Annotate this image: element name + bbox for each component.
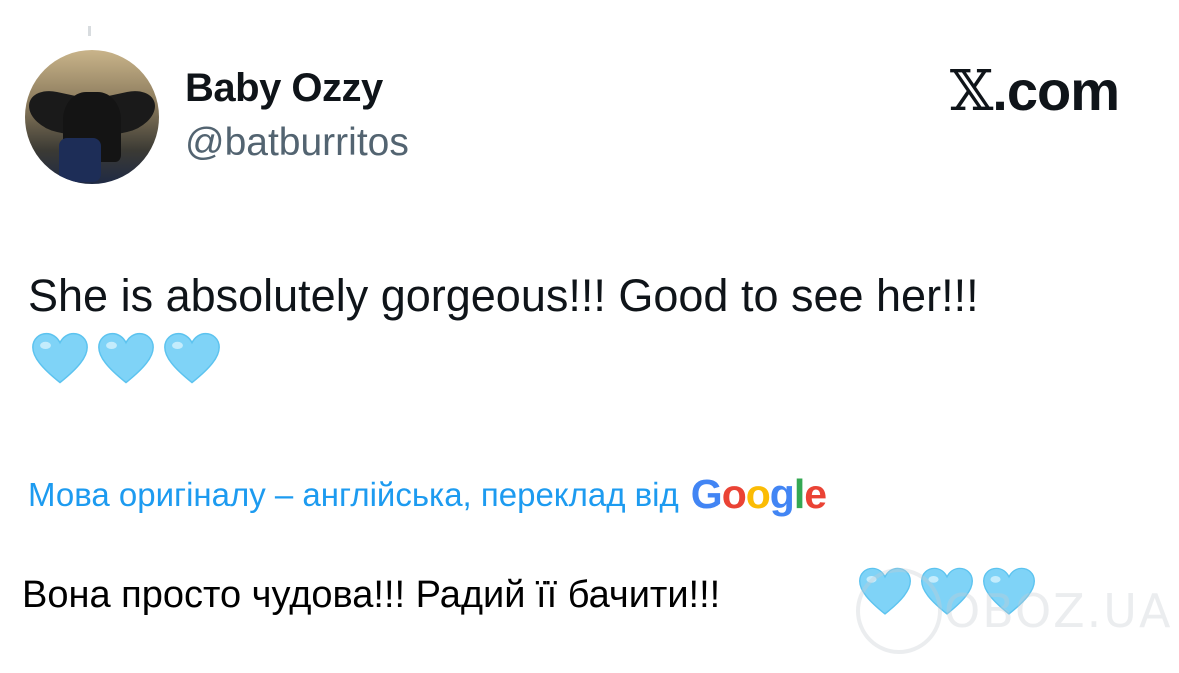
translation-note[interactable]: Мова оригіналу – англійська, переклад ві… xyxy=(28,471,827,518)
translated-emoji-row xyxy=(858,565,1036,619)
light-blue-heart-icon xyxy=(983,567,1035,615)
brand-domain: .com xyxy=(992,59,1120,122)
translated-text: Вона просто чудова!!! Радий її бачити!!! xyxy=(22,574,721,616)
google-letter: e xyxy=(804,471,827,517)
light-blue-heart-icon xyxy=(32,332,88,384)
translation-note-text: Мова оригіналу – англійська, переклад ві… xyxy=(28,475,679,513)
google-logo: Google xyxy=(690,471,827,518)
google-letter: o xyxy=(721,471,747,517)
tweet-text: She is absolutely gorgeous!!! Good to se… xyxy=(28,270,979,321)
light-blue-heart-icon xyxy=(921,567,973,615)
top-tick-mark xyxy=(88,26,91,36)
x-com-logo: 𝕏.com xyxy=(949,58,1120,124)
google-letter: G xyxy=(690,471,723,517)
light-blue-heart-icon xyxy=(859,567,911,615)
x-logo-icon: 𝕏 xyxy=(949,59,993,124)
tweet-emoji-row xyxy=(31,330,221,388)
google-letter: o xyxy=(745,471,771,517)
light-blue-heart-icon xyxy=(98,332,154,384)
google-letter: g xyxy=(769,471,795,517)
user-handle[interactable]: @batburritos xyxy=(185,121,409,165)
avatar-stroller xyxy=(59,138,101,182)
google-letter: l xyxy=(793,471,805,517)
display-name[interactable]: Baby Ozzy xyxy=(185,66,383,111)
light-blue-heart-icon xyxy=(164,332,220,384)
avatar[interactable] xyxy=(25,50,159,184)
